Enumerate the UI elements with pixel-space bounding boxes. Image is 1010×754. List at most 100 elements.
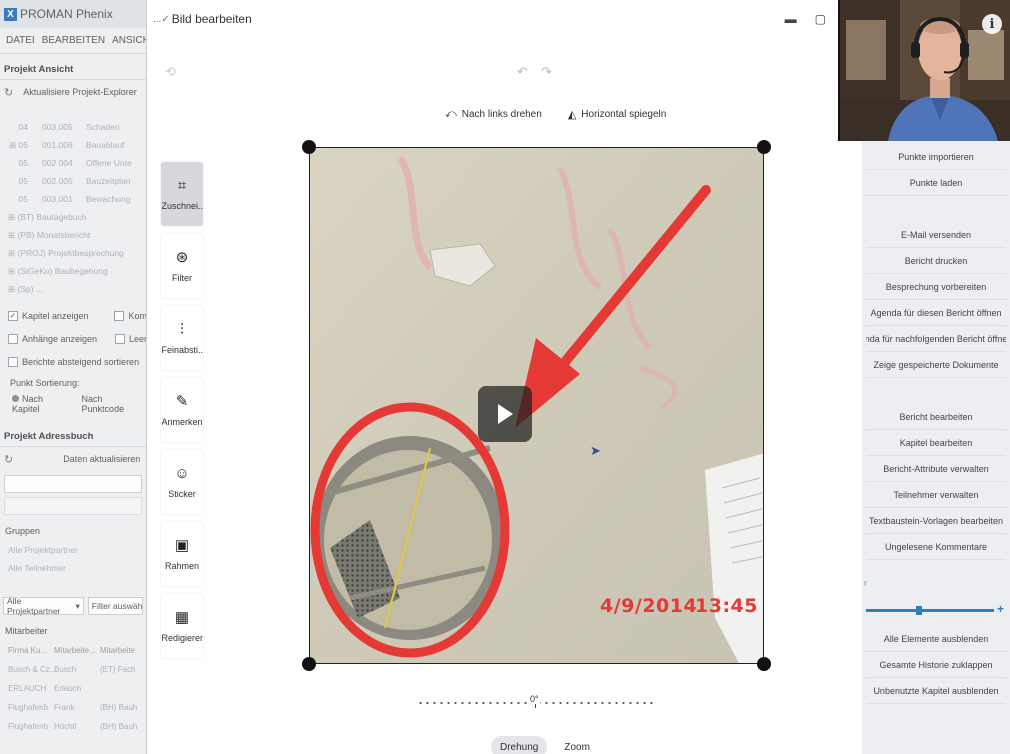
pen-icon: ✎ (175, 392, 189, 410)
project-view-header: Projekt Ansicht (0, 60, 146, 80)
sort-desc-option[interactable]: Berichte absteigend sortieren (0, 350, 146, 373)
group-item[interactable]: Alle Teilnehmer (0, 559, 146, 577)
frame-icon: ▣ (174, 536, 190, 554)
address-second-input[interactable] (4, 497, 142, 515)
unread-comments-button[interactable]: Ungelesene Kommentare (866, 534, 1006, 560)
zoom-slider[interactable]: + (866, 600, 1004, 620)
rotate-left-button[interactable]: ⤺ Nach links drehen (445, 108, 542, 121)
refresh-data-button[interactable]: ↻ Daten aktualisieren (0, 447, 146, 471)
hide-all-elements-button[interactable]: Alle Elemente ausblenden (866, 626, 1006, 652)
staff-label: Mitarbeiter (5, 626, 48, 636)
table-row[interactable]: Busch & Cz... Busch (ET) Fach (0, 660, 146, 679)
minimize-icon[interactable]: ▬ (785, 12, 797, 26)
tree-row[interactable]: 05 003.001 Bewachung (6, 190, 146, 208)
crop-handle-bottom-left[interactable] (302, 657, 316, 671)
tree-row[interactable]: 04 003.005 Schaden (6, 118, 146, 136)
show-attachments-option[interactable]: Anhänge anzeigen Leere (0, 327, 146, 350)
plus-icon[interactable]: + (997, 602, 1004, 616)
tool-frame[interactable]: ▣ Rahmen (161, 522, 203, 586)
point-sort-label: Punkt Sortierung: (10, 378, 80, 388)
redact-icon: ▦ (174, 608, 190, 626)
photo-time-stamp: 13:45 (695, 595, 758, 617)
refresh-icon: ↻ (4, 86, 14, 99)
sort-by-code-radio[interactable]: Nach Punktcode (82, 394, 146, 414)
redo-icon[interactable]: ↷ (541, 64, 552, 80)
show-attachments-checkbox[interactable] (8, 333, 18, 344)
sort-desc-checkbox[interactable] (8, 356, 18, 367)
tree-row[interactable]: 05 002.004 Offene Unte (6, 154, 146, 172)
prepare-meeting-button[interactable]: Besprechung vorbereiten (866, 274, 1006, 300)
menu-bearbeiten[interactable]: BEARBEITEN (42, 35, 105, 46)
window-controls: ▬ ▢ (785, 12, 826, 26)
project-tree: 04 003.005 Schaden ⊞ 05 001.006 Bauablauf 05… (0, 118, 146, 298)
table-row[interactable]: ERLAUCH Erlauch (0, 679, 146, 698)
open-next-agenda-button[interactable]: enda für nachfolgenden Bericht öffnen (866, 326, 1006, 352)
tool-filter[interactable]: ⊛ Filter (161, 234, 203, 298)
hide-unused-chapters-button[interactable]: Unbenutzte Kapitel ausblenden (866, 678, 1006, 704)
tool-annotate[interactable]: ✎ Anmerken (161, 378, 203, 442)
menu-ansicht[interactable]: ANSICHT (112, 35, 146, 46)
filter-select-button[interactable]: Filter auswählen (87, 597, 143, 615)
tab-zoom[interactable]: Zoom (555, 736, 599, 754)
crop-handle-top-left[interactable] (302, 140, 316, 154)
menu-datei[interactable]: DATEI (6, 35, 35, 46)
report-actions-panel: Punkte importieren Punkte laden E-Mail v… (860, 140, 1010, 754)
collapse-history-button[interactable]: Gesamte Historie zuklappen (866, 652, 1006, 678)
tree-folder[interactable]: ⊞ (SiGeKo) Baubegehung (6, 262, 146, 280)
flip-horizontal-button[interactable]: ◭ Horizontal spiegeln (568, 108, 667, 121)
refresh-data-label: Daten aktualisieren (63, 454, 141, 464)
undo-icon[interactable]: ↶ (517, 64, 528, 80)
refresh-explorer-button[interactable]: ↻ Aktualisiere Projekt-Explorer (0, 80, 146, 104)
maximize-icon[interactable]: ▢ (815, 12, 826, 26)
edit-tools-sidebar: ⌗ Zuschnei... ⊛ Filter ⫶ Feinabsti... ✎ … (161, 162, 205, 666)
sort-by-chapter-radio[interactable]: Nach Kapitel (12, 394, 72, 414)
filter-icon: ⊛ (175, 248, 189, 266)
slider-knob[interactable] (916, 606, 922, 615)
edit-chapter-button[interactable]: Kapitel bearbeiten (866, 430, 1006, 456)
transform-toolbar: ⤺ Nach links drehen ◭ Horizontal spiegel… (445, 108, 666, 121)
tree-folder[interactable]: ⊞ (PROJ) Projektbesprechung (6, 244, 146, 262)
flip-horizontal-icon: ◭ (567, 109, 577, 121)
send-email-button[interactable]: E-Mail versenden (866, 222, 1006, 248)
crop-handle-top-right[interactable] (757, 140, 771, 154)
info-icon[interactable]: i (982, 14, 1002, 34)
edit-text-templates-button[interactable]: Textbaustein-Vorlagen bearbeiten (866, 508, 1006, 534)
partner-filter-dropdown[interactable]: Alle Projektpartner ▾ (3, 596, 84, 616)
edit-report-button[interactable]: Bericht bearbeiten (866, 404, 1006, 430)
tool-finetune[interactable]: ⫶ Feinabsti... (161, 306, 203, 370)
webcam-overlay: i (838, 0, 1010, 141)
show-chapters-checkbox[interactable]: ✓ (8, 310, 18, 321)
manage-participants-button[interactable]: Teilnehmer verwalten (866, 482, 1006, 508)
manage-attributes-button[interactable]: Bericht-Attribute verwalten (866, 456, 1006, 482)
import-points-button[interactable]: Punkte importieren (866, 144, 1006, 170)
load-points-button[interactable]: Punkte laden (866, 170, 1006, 196)
group-item[interactable]: Alle Projektpartner (0, 541, 146, 559)
point-sort-options: Nach Kapitel Nach Punktcode (0, 393, 146, 415)
tree-folder[interactable]: ⊞ (PB) Monatsbericht (6, 226, 146, 244)
table-row[interactable]: Flughafenb Frank (BH) Bauh (0, 698, 146, 717)
app-logo-icon: X (4, 7, 17, 21)
tree-folder[interactable]: ⊞ (Sp) ... (6, 280, 146, 298)
rotation-dial[interactable]: 0° (417, 694, 657, 709)
leere-checkbox[interactable] (114, 333, 125, 344)
show-saved-documents-button[interactable]: Zeige gespeicherte Dokumente (866, 352, 1006, 378)
tree-row[interactable]: ⊞ 05 001.006 Bauablauf (6, 136, 146, 154)
table-row[interactable]: Flughafenb Höchtl (BH) Bauh (0, 717, 146, 736)
tool-crop[interactable]: ⌗ Zuschnei... (161, 162, 203, 226)
radio-selected-icon (12, 395, 19, 402)
open-agenda-button[interactable]: Agenda für diesen Bericht öffnen (866, 300, 1006, 326)
reset-icon[interactable]: ⟲ (165, 64, 176, 80)
filter-label: r (864, 578, 867, 588)
tree-folder[interactable]: ⊞ (BT) Bautagebuch (6, 208, 146, 226)
image-canvas[interactable] (309, 147, 764, 664)
komp-checkbox[interactable] (114, 310, 125, 321)
tool-sticker[interactable]: ☺ Sticker (161, 450, 203, 514)
print-report-button[interactable]: Bericht drucken (866, 248, 1006, 274)
tool-redact[interactable]: ▦ Redigieren (161, 594, 203, 658)
tab-rotation[interactable]: Drehung (491, 736, 548, 754)
address-search-input[interactable] (4, 475, 142, 493)
crop-handle-bottom-right[interactable] (757, 657, 771, 671)
tree-row[interactable]: 05 002.005 Bauzeitplan (6, 172, 146, 190)
show-chapters-option[interactable]: ✓ Kapitel anzeigen Komp (0, 304, 146, 327)
video-play-button[interactable] (478, 386, 532, 442)
